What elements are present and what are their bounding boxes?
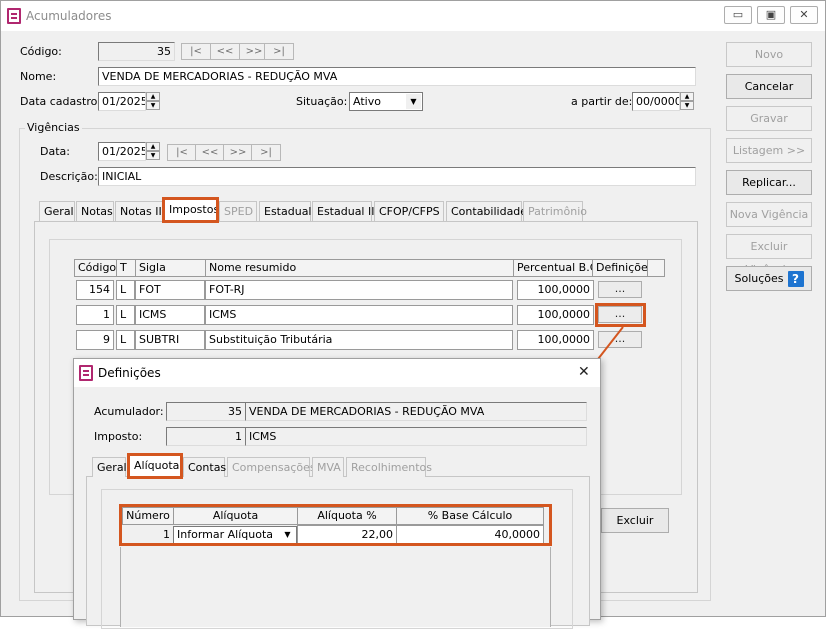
imposto-code-field: 1 xyxy=(166,427,246,446)
dialog-tab-aliquota[interactable]: Alíquota xyxy=(129,455,181,477)
acumulador-label: Acumulador: xyxy=(94,405,164,418)
acumuladores-window: Acumuladores ▭ ▣ ✕ Código: 35 |< << >> >… xyxy=(0,0,826,629)
aliquota-row-select-value: Informar Alíquota xyxy=(177,528,273,541)
imposto-label: Imposto: xyxy=(94,430,143,443)
aliquota-row-base[interactable]: 40,0000 xyxy=(396,525,544,545)
dialog-tab-recolhimentos[interactable]: Recolhimentos xyxy=(346,457,432,477)
dialog-tab-mva[interactable]: MVA xyxy=(312,457,344,477)
aliquota-row-pct[interactable]: 22,00 xyxy=(297,525,397,545)
col-aliquota-pct-header: Alíquota % xyxy=(297,507,397,525)
acumulador-code-field: 35 xyxy=(166,402,246,421)
dialog-title: Definições xyxy=(98,366,161,380)
col-numero-header: Número xyxy=(122,507,174,525)
acumulador-name-field: VENDA DE MERCADORIAS - REDUÇÃO MVA xyxy=(245,402,587,421)
col-base-calculo-header: % Base Cálculo xyxy=(396,507,544,525)
definicoes-dialog: Definições ✕ Acumulador: 35 VENDA DE MER… xyxy=(73,358,601,629)
aliquota-row-select[interactable]: Informar Alíquota ▼ xyxy=(173,526,297,544)
dialog-title-bar: Definições ✕ xyxy=(74,359,600,387)
col-aliquota-header: Alíquota xyxy=(173,507,298,525)
document-icon xyxy=(79,365,93,381)
dialog-tab-compensacoes[interactable]: Compensações xyxy=(227,457,316,477)
dialog-tab-geral[interactable]: Geral xyxy=(92,457,127,477)
aliquota-row-numero[interactable]: 1 xyxy=(122,525,174,545)
aliquota-table-body xyxy=(120,547,551,627)
imposto-name-field: ICMS xyxy=(245,427,587,446)
dialog-tab-contas[interactable]: Contas xyxy=(183,457,226,477)
dialog-close-icon[interactable]: ✕ xyxy=(578,364,590,380)
chevron-down-icon[interactable]: ▼ xyxy=(280,528,295,542)
